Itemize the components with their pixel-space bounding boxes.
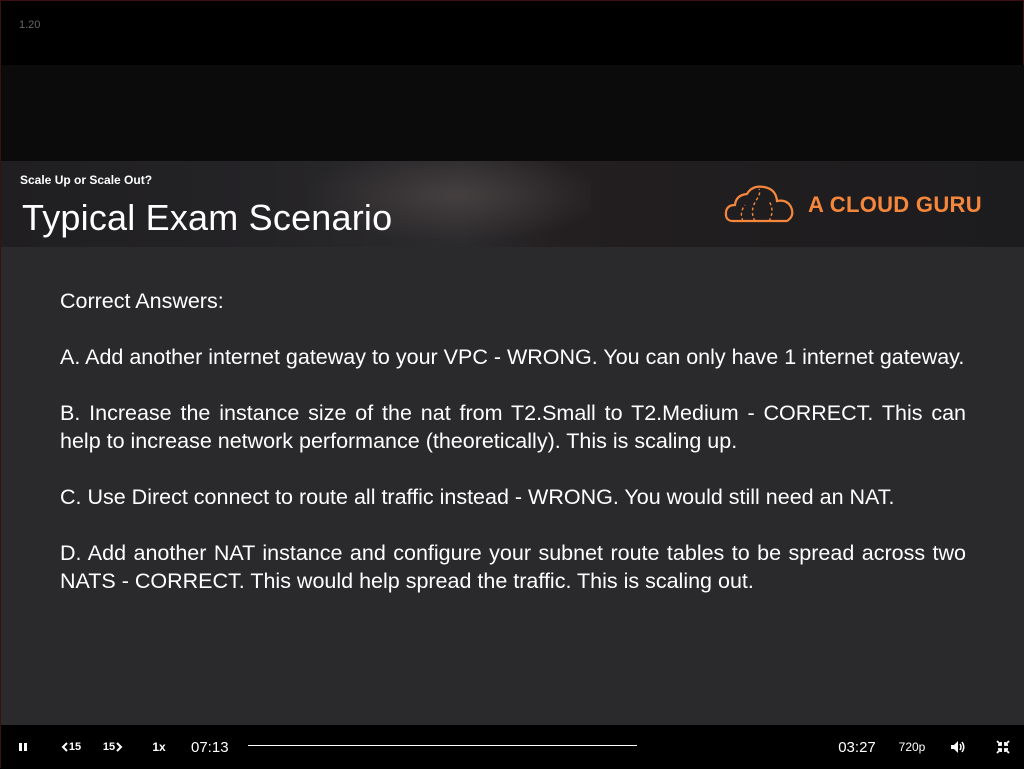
volume-icon [951,741,965,753]
current-time: 07:13 [191,738,229,756]
answers-heading: Correct Answers: [60,289,224,313]
progress-bar[interactable] [248,745,637,746]
forward-15-label: 15 [102,741,116,753]
brand-logo-text: A CLOUD GURU [808,192,982,217]
forward-15-button[interactable]: 15 [97,725,129,769]
rewind-15-label: 15 [68,741,82,753]
rewind-15-button[interactable]: 15 [55,725,87,769]
remaining-time: 03:27 [838,738,876,756]
cloud-logo-icon [724,185,794,223]
pause-button[interactable] [9,725,37,769]
forward-15-icon [116,742,123,752]
answer-c: C. Use Direct connect to route all traff… [60,485,895,509]
brand-logo: A CLOUD GURU [723,183,1003,227]
answer-d: D. Add another NAT instance and configur… [60,541,966,593]
exit-fullscreen-button[interactable] [991,725,1015,769]
rewind-15-icon [61,742,68,752]
slide-header: Scale Up or Scale Out? Typical Exam Scen… [1,161,1024,247]
slide-content: Correct Answers: A. Add another internet… [60,287,966,623]
answer-b: B. Increase the instance size of the nat… [60,401,966,453]
volume-button[interactable] [945,725,971,769]
version-label: 1.20 [19,19,41,31]
video-player[interactable]: 1.20 Scale Up or Scale Out? Typical Exam… [0,0,1024,769]
quality-button[interactable]: 720p [894,725,930,769]
slide-subtitle: Scale Up or Scale Out? [20,173,153,187]
video-area[interactable]: Scale Up or Scale Out? Typical Exam Scen… [1,65,1024,737]
exit-fullscreen-icon [996,740,1010,754]
playback-speed-button[interactable]: 1x [145,725,173,769]
slide-title: Typical Exam Scenario [22,197,393,238]
pause-icon [19,743,27,751]
control-bar: 15 15 1x 07:13 03:27 720p [1,725,1024,769]
slide: Scale Up or Scale Out? Typical Exam Scen… [1,161,1024,737]
answer-a: A. Add another internet gateway to your … [60,345,965,369]
